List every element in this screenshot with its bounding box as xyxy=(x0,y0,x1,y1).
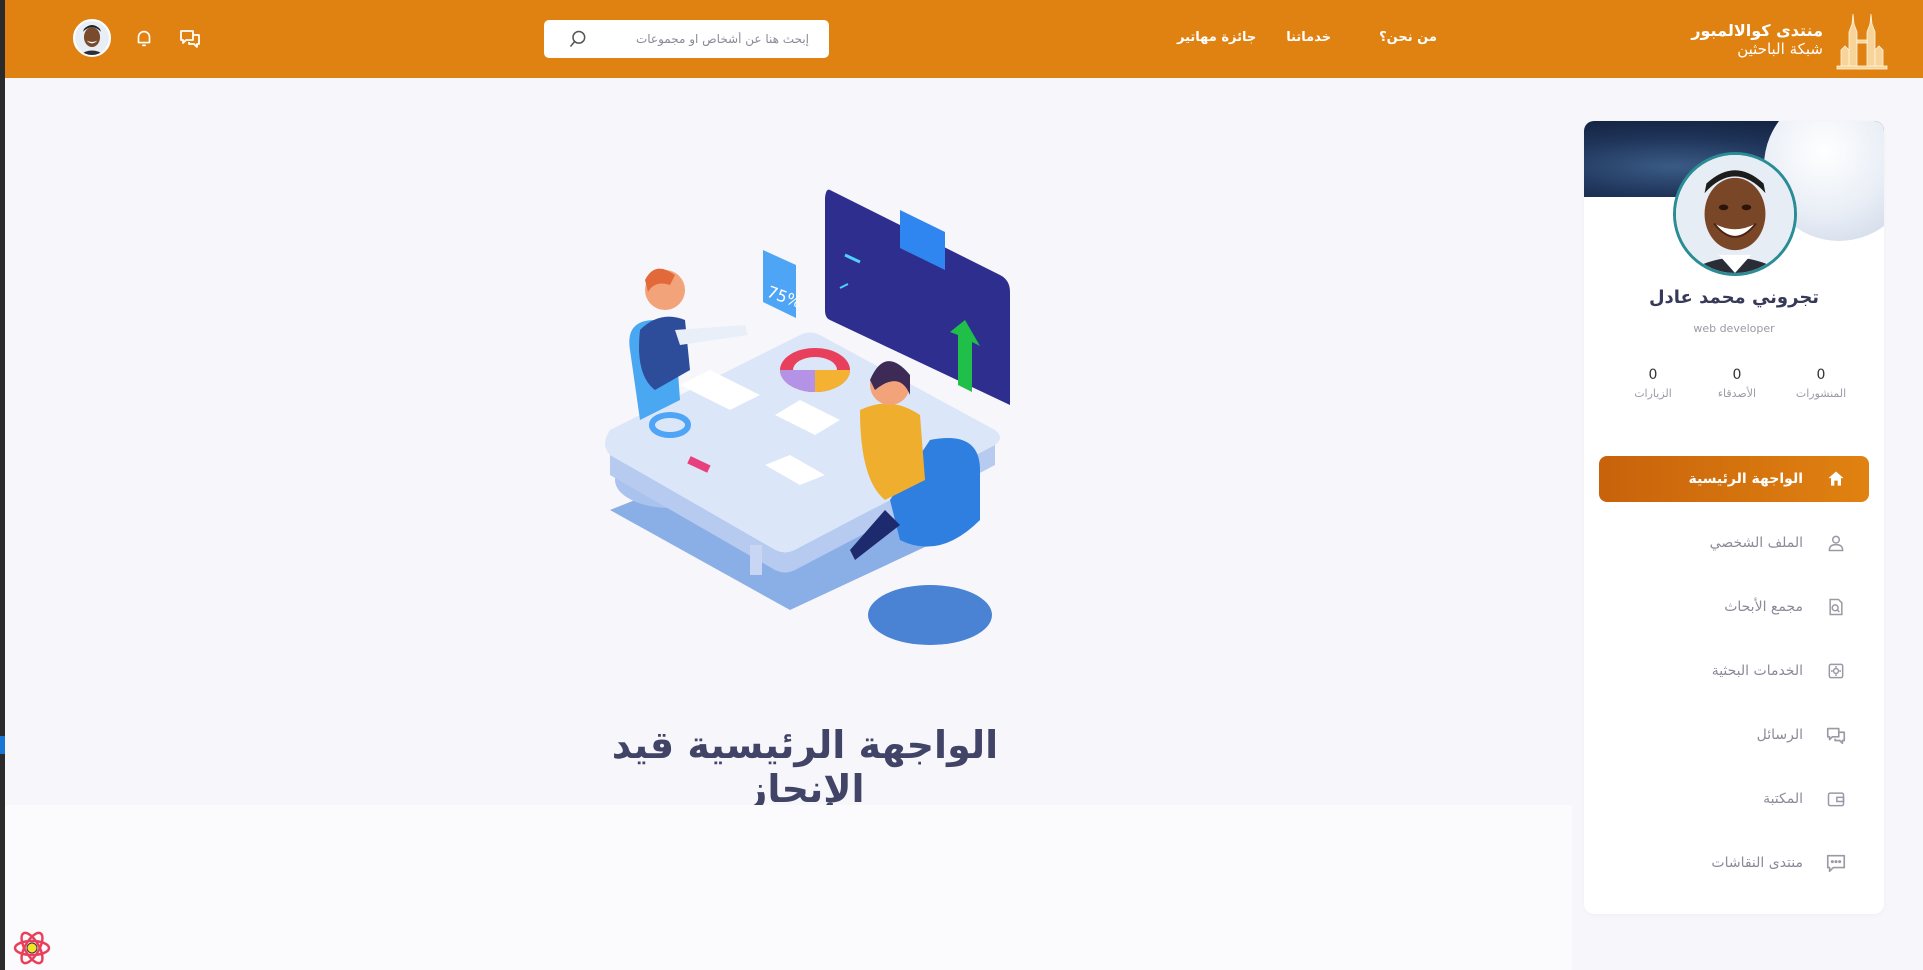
profile-stats: 0 المنشورات 0 الأصدقاء 0 الزيارات xyxy=(1618,367,1856,400)
stat-label: الزيارات xyxy=(1634,387,1672,400)
sidebar-item-services[interactable]: الخدمات البحثية xyxy=(1599,648,1869,694)
react-devtools-icon[interactable] xyxy=(12,928,52,968)
comment-icon xyxy=(1825,852,1847,874)
top-header: منتدى كوالالمبور شبكة الباحثين من نحن؟ خ… xyxy=(5,0,1923,78)
search-input[interactable] xyxy=(609,32,809,46)
sidebar-item-profile[interactable]: الملف الشخصي xyxy=(1599,520,1869,566)
brand-title: منتدى كوالالمبور xyxy=(1691,21,1823,41)
chat-icon[interactable] xyxy=(177,25,203,51)
nav-mahathir-award[interactable]: جائزة مهاتير xyxy=(1177,30,1256,45)
sidebar-item-label: المكتبة xyxy=(1763,791,1803,807)
sidebar-item-label: الخدمات البحثية xyxy=(1711,663,1803,679)
meeting-illustration: 75% xyxy=(605,189,1010,645)
stat-label: الأصدقاء xyxy=(1717,387,1757,400)
stat-value: 0 xyxy=(1732,367,1742,383)
header-actions xyxy=(73,19,203,57)
edge-marker xyxy=(0,736,5,754)
bell-icon[interactable] xyxy=(131,25,157,51)
sidebar-item-label: الواجهة الرئيسية xyxy=(1688,471,1803,487)
stat-posts[interactable]: 0 المنشورات xyxy=(1786,367,1856,400)
sidebar-item-label: الملف الشخصي xyxy=(1709,535,1803,551)
sidebar-item-label: مجمع الأبحاث xyxy=(1724,599,1803,615)
search-icon[interactable] xyxy=(568,29,588,49)
sidebar-item-label: منتدى النقاشات xyxy=(1711,855,1803,871)
settings-icon xyxy=(1825,660,1847,682)
brand-subtitle: شبكة الباحثين xyxy=(1737,39,1823,58)
sidebar-item-home[interactable]: الواجهة الرئيسية xyxy=(1599,456,1869,502)
main-nav: من نحن؟ خدماتنا جائزة مهاتير xyxy=(1177,30,1437,45)
page-heading: الواجهة الرئيسية قيد الإنجاز xyxy=(611,723,999,811)
sidebar-item-research[interactable]: مجمع الأبحاث xyxy=(1599,584,1869,630)
messages-icon xyxy=(1825,724,1847,746)
profile-card: تجروني محمد عادل web developer 0 المنشور… xyxy=(1584,121,1884,914)
home-icon xyxy=(1825,468,1847,490)
stat-value: 0 xyxy=(1648,367,1658,383)
stat-value: 0 xyxy=(1816,367,1826,383)
document-search-icon xyxy=(1825,596,1847,618)
nav-services[interactable]: خدماتنا xyxy=(1286,30,1331,45)
stat-label: المنشورات xyxy=(1795,387,1847,400)
stat-friends[interactable]: 0 الأصدقاء xyxy=(1702,367,1772,400)
sidebar-item-label: الرسائل xyxy=(1756,727,1803,743)
sidebar-item-messages[interactable]: الرسائل xyxy=(1599,712,1869,758)
brand[interactable]: منتدى كوالالمبور شبكة الباحثين xyxy=(1691,10,1889,70)
profile-role: web developer xyxy=(1693,322,1775,335)
wallet-icon xyxy=(1825,788,1847,810)
nav-about[interactable]: من نحن؟ xyxy=(1379,30,1437,45)
search-box xyxy=(544,20,829,58)
profile-avatar[interactable] xyxy=(1673,152,1797,276)
content-footer-area xyxy=(5,805,1572,970)
sidebar-item-library[interactable]: المكتبة xyxy=(1599,776,1869,822)
user-avatar[interactable] xyxy=(73,19,111,57)
stat-visits[interactable]: 0 الزيارات xyxy=(1618,367,1688,400)
petronas-towers-logo xyxy=(1836,13,1888,70)
user-icon xyxy=(1825,532,1847,554)
sidebar-item-forum[interactable]: منتدى النقاشات xyxy=(1599,840,1869,886)
sidebar-menu: الواجهة الرئيسية الملف الشخصي مجمع الأبح… xyxy=(1599,456,1869,904)
profile-name: تجروني محمد عادل xyxy=(1648,287,1820,308)
